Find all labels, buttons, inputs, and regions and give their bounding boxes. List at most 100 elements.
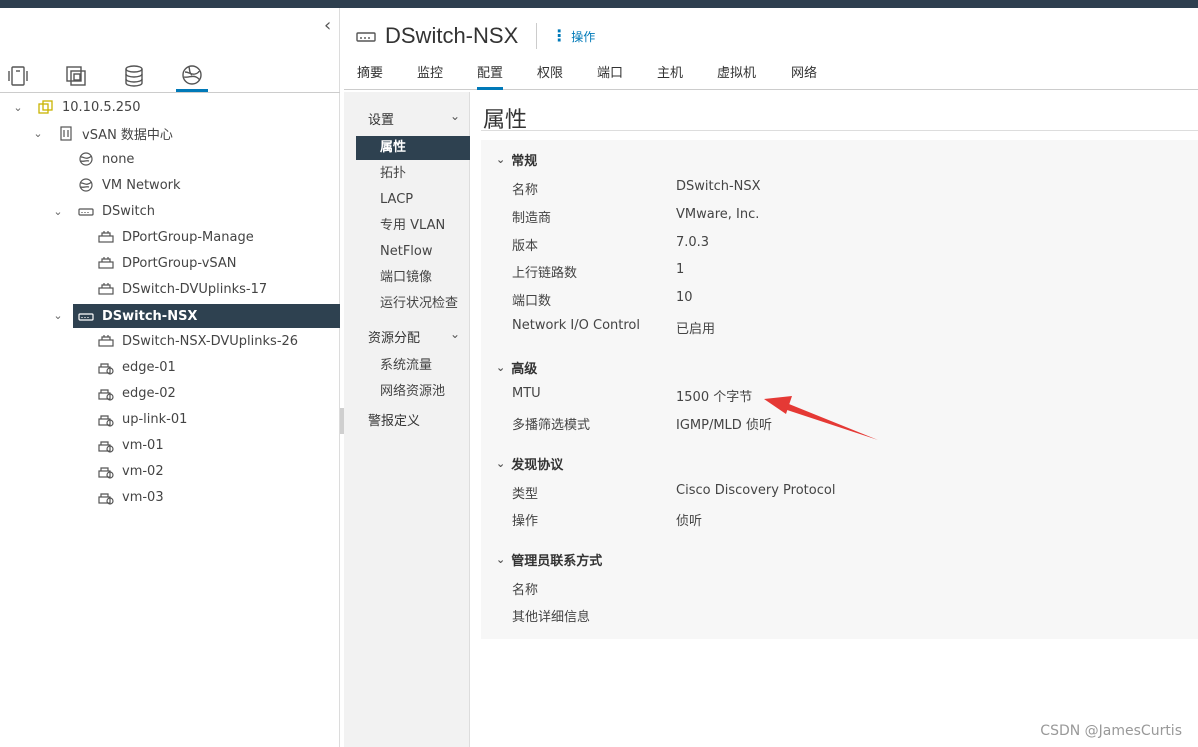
portgroup-icon: [98, 255, 114, 271]
storage-icon[interactable]: [118, 60, 150, 92]
divider: [536, 23, 538, 49]
tab-monitor[interactable]: 监控: [417, 64, 443, 90]
chevron-down-icon: ⌄: [449, 327, 460, 341]
tree-item-datacenter[interactable]: ⌄ vSAN 数据中心: [32, 121, 332, 145]
chevron-down-icon[interactable]: ⌄: [32, 127, 44, 140]
tab-vms[interactable]: 虚拟机: [717, 64, 756, 90]
inventory-tabs: [0, 56, 340, 93]
settings-item-pvlan[interactable]: 专用 VLAN: [356, 214, 470, 238]
section-label: 管理员联系方式: [511, 554, 603, 569]
chevron-down-icon[interactable]: ⌄: [12, 101, 24, 114]
tab-summary[interactable]: 摘要: [357, 64, 383, 90]
tree-item-segment[interactable]: edge-01: [98, 355, 332, 379]
watermark: CSDN @JamesCurtis: [1040, 723, 1182, 739]
settings-item-lacp[interactable]: LACP: [356, 188, 470, 212]
dvswitch-icon: [356, 32, 376, 42]
tree-item-label: up-link-01: [122, 411, 188, 427]
tree-item-vcenter[interactable]: ⌄ 10.10.5.250: [12, 95, 332, 119]
networking-icon[interactable]: [176, 60, 208, 92]
tree-item-selected[interactable]: DSwitch-NSX: [73, 304, 340, 328]
page-title: DSwitch-NSX: [385, 23, 519, 48]
tab-configure[interactable]: 配置: [477, 64, 504, 90]
section-label: 高级: [511, 362, 538, 377]
prop-label: 上行链路数: [512, 266, 578, 281]
prop-label: 制造商: [512, 211, 552, 226]
tree-item-dvswitch[interactable]: ⌄ DSwitch: [52, 199, 332, 223]
prop-label: 名称: [512, 183, 539, 198]
settings-item-system-traffic[interactable]: 系统流量: [356, 354, 470, 378]
section-admin-contact[interactable]: ⌄ 管理员联系方式: [496, 550, 602, 569]
actions-button[interactable]: ⋮ 操作: [551, 28, 595, 45]
tree-item-label: vm-03: [122, 489, 164, 505]
chevron-down-icon[interactable]: ⌄: [52, 205, 64, 218]
chevron-down-icon: ⌄: [496, 553, 506, 566]
prop-value: VMware, Inc.: [676, 207, 760, 222]
chevron-down-icon[interactable]: ⌄: [52, 309, 64, 322]
tree-item-segment[interactable]: edge-02: [98, 381, 332, 405]
network-icon: [78, 177, 94, 193]
tree-item-segment[interactable]: vm-01: [98, 433, 332, 457]
tab-networks[interactable]: 网络: [791, 64, 817, 90]
tree-item-portgroup[interactable]: DPortGroup-vSAN: [98, 251, 332, 275]
prop-value: Cisco Discovery Protocol: [676, 483, 836, 498]
nsx-segment-icon: [98, 411, 114, 427]
prop-value: 已启用: [676, 322, 716, 337]
object-header: DSwitch-NSX ⋮ 操作: [355, 22, 595, 50]
settings-item-properties[interactable]: 属性: [356, 136, 470, 160]
section-discovery[interactable]: ⌄ 发现协议: [496, 454, 563, 473]
top-bar: [0, 0, 1198, 8]
tree-item-label: edge-01: [122, 359, 176, 375]
chevron-down-icon: ⌄: [449, 109, 460, 123]
tree-item-label: 10.10.5.250: [62, 99, 141, 115]
tree-item-label: edge-02: [122, 385, 176, 401]
datacenter-icon: [58, 125, 74, 141]
settings-item-port-mirroring[interactable]: 端口镜像: [356, 266, 470, 290]
tree-item-portgroup[interactable]: DSwitch-DVUplinks-17: [98, 277, 332, 301]
chevron-left-icon[interactable]: ‹: [324, 16, 331, 36]
nsx-segment-icon: [98, 437, 114, 453]
vms-templates-icon[interactable]: [60, 60, 92, 92]
settings-item-health-check[interactable]: 运行状况检查: [356, 292, 470, 316]
tree-item-segment[interactable]: vm-02: [98, 459, 332, 483]
prop-value: 10: [676, 290, 693, 305]
tab-ports[interactable]: 端口: [597, 64, 623, 90]
tree-item-segment[interactable]: up-link-01: [98, 407, 332, 431]
settings-item-netflow[interactable]: NetFlow: [356, 240, 470, 264]
section-label: 发现协议: [511, 458, 564, 473]
tab-hosts[interactable]: 主机: [657, 64, 683, 90]
tree-item-portgroup[interactable]: DPortGroup-Manage: [98, 225, 332, 249]
tree-item-network[interactable]: none: [78, 147, 332, 171]
prop-label: 类型: [512, 487, 539, 502]
nsx-segment-icon: [98, 359, 114, 375]
resource-allocation-group[interactable]: 资源分配 ⌄: [368, 327, 470, 346]
tree-item-segment[interactable]: vm-03: [98, 485, 332, 509]
divider: [481, 130, 1198, 131]
nsx-segment-icon: [98, 489, 114, 505]
prop-label: Network I/O Control: [512, 318, 640, 333]
settings-item-resource-pools[interactable]: 网络资源池: [356, 380, 470, 404]
settings-group[interactable]: 设置 ⌄: [368, 109, 470, 128]
tree-item-label: DSwitch-DVUplinks-17: [122, 281, 268, 297]
settings-item-topology[interactable]: 拓扑: [356, 162, 470, 186]
prop-label: MTU: [512, 386, 541, 401]
prop-label: 名称: [512, 583, 539, 598]
tree-item-portgroup[interactable]: DSwitch-NSX-DVUplinks-26: [98, 329, 332, 353]
tree-item-network[interactable]: VM Network: [78, 173, 332, 197]
prop-value: 1: [676, 262, 685, 277]
section-general[interactable]: ⌄ 常规: [496, 150, 537, 169]
prop-value: 侦听: [676, 514, 703, 529]
tree-item-label: vm-01: [122, 437, 164, 453]
settings-nav: 设置 ⌄ 属性 拓扑 LACP 专用 VLAN NetFlow 端口镜像 运行状…: [344, 92, 470, 747]
network-icon: [78, 151, 94, 167]
dvswitch-icon: [78, 308, 94, 324]
settings-item-alarms[interactable]: 警报定义: [368, 410, 420, 429]
inventory-pane: ‹ ⌄ 10.10.5.250 ⌄ vSAN 数据中心 none VM Netw…: [0, 8, 340, 747]
tree-item-label: DSwitch: [102, 203, 155, 219]
hosts-clusters-icon[interactable]: [2, 60, 34, 92]
settings-group-label: 设置: [368, 113, 395, 128]
section-label: 常规: [511, 154, 538, 169]
section-advanced[interactable]: ⌄ 高级: [496, 358, 537, 377]
prop-value: IGMP/MLD 侦听: [676, 418, 772, 433]
tab-permissions[interactable]: 权限: [537, 64, 563, 90]
resource-group-label: 资源分配: [368, 331, 421, 346]
